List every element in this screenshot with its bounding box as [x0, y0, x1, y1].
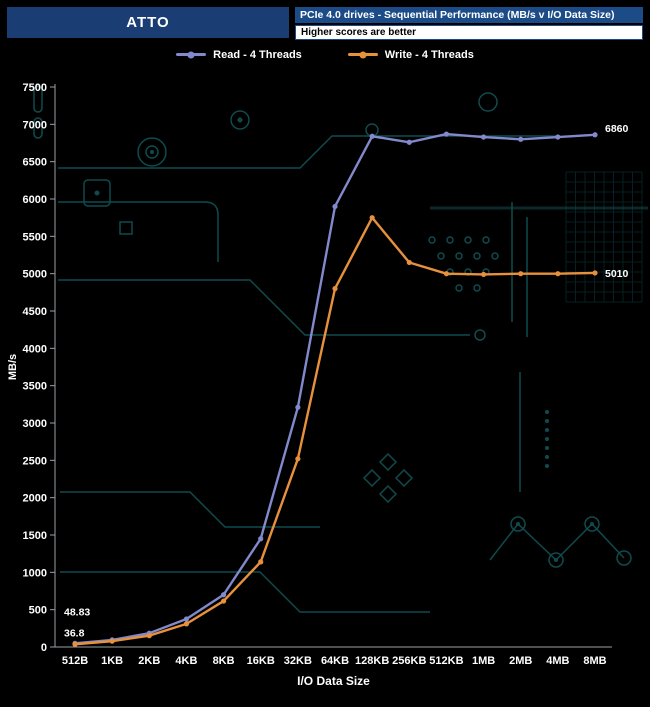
svg-text:128KB: 128KB [355, 655, 389, 667]
svg-text:512B: 512B [62, 655, 88, 667]
svg-text:8MB: 8MB [583, 655, 606, 667]
svg-text:3000: 3000 [23, 418, 47, 430]
svg-text:48.83: 48.83 [64, 606, 90, 618]
svg-text:MB/s: MB/s [7, 354, 19, 380]
svg-text:3500: 3500 [23, 381, 47, 393]
legend: Read - 4 Threads Write - 4 Threads [0, 43, 650, 66]
svg-text:256KB: 256KB [392, 655, 426, 667]
svg-text:6000: 6000 [23, 194, 47, 206]
svg-text:5000: 5000 [23, 269, 47, 281]
svg-text:500: 500 [29, 605, 47, 617]
header: ATTO PCIe 4.0 drives - Sequential Perfor… [0, 0, 650, 43]
chart-subtitle: Higher scores are better [295, 25, 643, 40]
legend-label-read: Read - 4 Threads [213, 48, 302, 61]
app-title: ATTO [7, 7, 289, 38]
svg-text:32KB: 32KB [284, 655, 312, 667]
header-title-block: PCIe 4.0 drives - Sequential Performance… [295, 7, 643, 40]
circuit-pattern-decoration [33, 85, 648, 613]
svg-text:1000: 1000 [23, 567, 47, 579]
legend-item-read: Read - 4 Threads [176, 49, 302, 61]
svg-text:1KB: 1KB [101, 655, 123, 667]
write-line-swatch [347, 53, 378, 56]
svg-text:4500: 4500 [23, 306, 47, 318]
performance-line-chart: 0 500 1000 1500 2000 2500 3000 3500 4000 4500 5000… [7, 82, 648, 688]
svg-text:1MB: 1MB [472, 655, 495, 667]
svg-text:6860: 6860 [605, 123, 629, 135]
svg-text:2000: 2000 [23, 493, 47, 505]
svg-text:6500: 6500 [23, 157, 47, 169]
chart-title: PCIe 4.0 drives - Sequential Performance… [295, 7, 643, 23]
svg-text:512KB: 512KB [429, 655, 463, 667]
legend-item-write: Write - 4 Threads [347, 48, 474, 61]
svg-text:2MB: 2MB [509, 655, 532, 667]
svg-text:1500: 1500 [23, 530, 47, 542]
svg-text:16KB: 16KB [247, 655, 275, 667]
chart-annotations: 48.83 36.8 6860 5010 [64, 123, 629, 639]
read-line-swatch [176, 53, 207, 56]
chart-axes: 0 500 1000 1500 2000 2500 3000 3500 4000 4500 5000… [7, 82, 612, 688]
svg-text:0: 0 [41, 642, 47, 654]
svg-text:64KB: 64KB [321, 655, 349, 667]
svg-text:8KB: 8KB [213, 655, 235, 667]
svg-text:7500: 7500 [23, 82, 47, 94]
legend-label-write: Write - 4 Threads [384, 48, 474, 61]
svg-text:4KB: 4KB [175, 655, 197, 667]
svg-text:5010: 5010 [605, 268, 629, 280]
svg-text:5500: 5500 [23, 231, 47, 243]
svg-text:7000: 7000 [23, 119, 47, 131]
svg-text:36.8: 36.8 [64, 627, 85, 639]
svg-text:2KB: 2KB [138, 655, 160, 667]
atto-benchmark-chart: ATTO PCIe 4.0 drives - Sequential Perfor… [0, 0, 650, 705]
svg-text:I/O Data Size: I/O Data Size [297, 674, 370, 688]
svg-text:4000: 4000 [23, 343, 47, 355]
svg-text:2500: 2500 [23, 455, 47, 467]
svg-text:4MB: 4MB [546, 655, 569, 667]
